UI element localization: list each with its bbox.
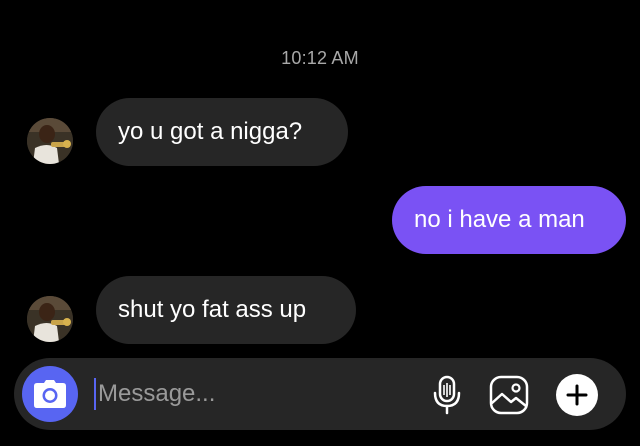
more-options-button[interactable]: [556, 374, 598, 416]
camera-button[interactable]: [22, 366, 78, 422]
contact-avatar[interactable]: [27, 118, 73, 164]
plus-icon: [566, 384, 588, 406]
gallery-button[interactable]: [488, 374, 530, 416]
message-composer: [14, 358, 626, 430]
camera-icon: [34, 380, 66, 408]
microphone-icon: [433, 375, 461, 415]
gallery-icon: [489, 375, 529, 415]
message-text: shut yo fat ass up: [118, 296, 307, 323]
contact-avatar[interactable]: [27, 296, 73, 342]
incoming-message-bubble[interactable]: yo u got a nigga?: [96, 98, 348, 166]
message-input[interactable]: [98, 372, 398, 416]
contact-avatar-image: [27, 118, 73, 164]
outgoing-message-bubble[interactable]: no i have a man: [392, 186, 626, 254]
message-text: no i have a man: [414, 206, 585, 233]
contact-avatar-image: [27, 296, 73, 342]
incoming-message-bubble[interactable]: shut yo fat ass up: [96, 276, 356, 344]
message-timestamp: 10:12 AM: [281, 48, 359, 68]
message-text: yo u got a nigga?: [118, 118, 303, 145]
voice-message-button[interactable]: [426, 374, 468, 416]
chat-screen: 10:12 AM yo u got a nigga? no i have a m…: [0, 0, 640, 446]
text-cursor: [94, 378, 96, 410]
